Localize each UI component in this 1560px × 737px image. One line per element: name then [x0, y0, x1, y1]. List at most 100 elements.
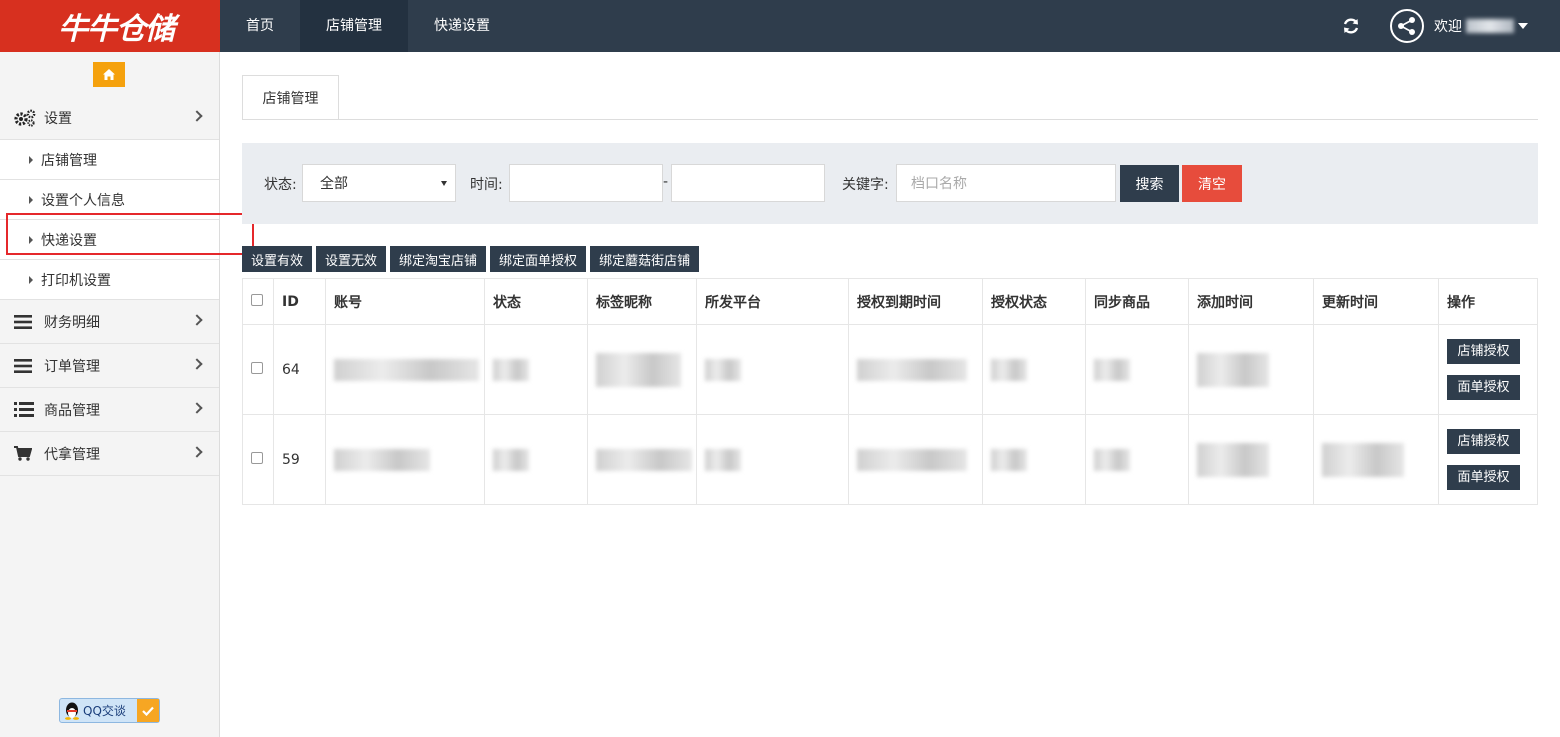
top-bar: 牛牛仓储 首页 店铺管理 快递设置 欢迎 — [0, 0, 1560, 52]
nav-home[interactable]: 首页 — [220, 0, 300, 52]
nav-express-settings[interactable]: 快递设置 — [408, 0, 516, 52]
cell-status — [484, 324, 588, 415]
col-added-time[interactable]: 添加时间 — [1188, 278, 1314, 325]
row-checkbox[interactable] — [251, 451, 263, 464]
time-label: 时间: — [470, 177, 503, 193]
qq-chat-button[interactable]: QQ交谈 — [59, 698, 160, 723]
filter-panel: 状态: 全部 时间: - 关键字: 档口名称 搜索 清空 — [242, 143, 1538, 224]
tab-store-management[interactable]: 店铺管理 — [242, 75, 339, 120]
keyword-label: 关键字: — [842, 177, 889, 193]
col-auth-expiry[interactable]: 授权到期时间 — [848, 278, 983, 325]
caret-right-icon — [29, 195, 33, 204]
bind-waybill-auth-button[interactable]: 绑定面单授权 — [490, 246, 587, 272]
cell-sync-products — [1085, 414, 1189, 505]
time-separator: - — [663, 174, 669, 190]
store-auth-button[interactable]: 店铺授权 — [1447, 429, 1520, 454]
redacted-expiry — [857, 358, 967, 381]
header-user-area: 欢迎 — [1342, 0, 1560, 52]
clear-button[interactable]: 清空 — [1182, 165, 1242, 202]
cell-account — [325, 324, 485, 415]
cell-auth-expiry — [848, 324, 983, 415]
col-updated-time[interactable]: 更新时间 — [1313, 278, 1439, 325]
home-button[interactable] — [93, 62, 125, 87]
cell-auth-status — [982, 324, 1086, 415]
cell-tag-nickname — [587, 324, 697, 415]
col-tag-nickname[interactable]: 标签昵称 — [587, 278, 697, 325]
row-select-cell — [242, 324, 274, 415]
logo-text: 牛牛仓储 — [58, 12, 175, 47]
bars-icon — [14, 314, 36, 329]
set-invalid-button[interactable]: 设置无效 — [316, 246, 387, 272]
cell-platform — [696, 324, 849, 415]
sidebar-item-store-management[interactable]: 店铺管理 — [0, 140, 219, 180]
sidebar-group-purchasing[interactable]: 代拿管理 — [0, 432, 219, 476]
row-select-cell — [242, 414, 274, 505]
chevron-right-icon — [191, 358, 203, 370]
refresh-icon[interactable] — [1342, 17, 1360, 35]
redacted-added-time — [1197, 352, 1269, 387]
cell-added-time — [1188, 324, 1314, 415]
store-auth-button[interactable]: 店铺授权 — [1447, 339, 1520, 364]
bulk-actions: 设置有效 设置无效 绑定淘宝店铺 绑定面单授权 绑定蘑菇街店铺 — [242, 246, 700, 272]
sidebar-item-label: 店铺管理 — [41, 152, 97, 169]
bind-taobao-store-button[interactable]: 绑定淘宝店铺 — [390, 246, 487, 272]
table-header-row: ID 账号 状态 标签昵称 所发平台 授权到期时间 授权状态 同步商品 添加时间… — [242, 278, 1538, 325]
col-status[interactable]: 状态 — [484, 278, 588, 325]
sidebar-group-orders[interactable]: 订单管理 — [0, 344, 219, 388]
redacted-platform — [705, 358, 741, 381]
avatar[interactable] — [1390, 9, 1424, 43]
sidebar: 设置 店铺管理 设置个人信息 快递设置 打印机设置 财务明细 订单管理 商品管理 — [0, 52, 220, 737]
select-all-checkbox[interactable] — [251, 293, 263, 306]
waybill-auth-button[interactable]: 面单授权 — [1447, 375, 1520, 400]
col-auth-status[interactable]: 授权状态 — [982, 278, 1086, 325]
qq-penguin-icon — [65, 702, 79, 720]
col-id[interactable]: ID — [273, 278, 326, 325]
bind-mogujie-store-button[interactable]: 绑定蘑菇街店铺 — [590, 246, 700, 272]
status-select[interactable]: 全部 — [302, 164, 456, 202]
cell-auth-expiry — [848, 414, 983, 505]
cell-sync-products — [1085, 324, 1189, 415]
status-label: 状态: — [264, 177, 297, 193]
cell-updated-time — [1313, 414, 1439, 505]
col-account[interactable]: 账号 — [325, 278, 485, 325]
cell-status — [484, 414, 588, 505]
nav-store-management[interactable]: 店铺管理 — [300, 0, 408, 52]
redacted-sync — [1094, 448, 1130, 471]
status-select-value: 全部 — [320, 176, 348, 192]
chevron-right-icon — [191, 110, 203, 122]
start-date-input[interactable] — [509, 164, 663, 202]
redacted-platform — [705, 448, 741, 471]
row-checkbox[interactable] — [251, 361, 263, 374]
waybill-auth-button[interactable]: 面单授权 — [1447, 465, 1520, 490]
welcome-text: 欢迎 — [1434, 19, 1462, 35]
sidebar-group-products[interactable]: 商品管理 — [0, 388, 219, 432]
cell-platform — [696, 414, 849, 505]
highlight-annotation-box — [6, 213, 254, 255]
sidebar-group-label: 订单管理 — [44, 358, 100, 375]
col-sync-products[interactable]: 同步商品 — [1085, 278, 1189, 325]
sidebar-group-finance[interactable]: 财务明细 — [0, 300, 219, 344]
logo[interactable]: 牛牛仓储 — [0, 0, 220, 52]
chevron-down-icon — [441, 181, 447, 186]
store-table: ID 账号 状态 标签昵称 所发平台 授权到期时间 授权状态 同步商品 添加时间… — [242, 278, 1538, 505]
redacted-expiry — [857, 448, 967, 471]
end-date-input[interactable] — [671, 164, 825, 202]
table-row: 59 店铺授权 面单授权 — [242, 414, 1538, 505]
sidebar-group-label: 财务明细 — [44, 314, 100, 331]
check-icon — [137, 699, 159, 722]
set-valid-button[interactable]: 设置有效 — [242, 246, 313, 272]
user-menu-caret-icon[interactable] — [1518, 23, 1528, 29]
keyword-input[interactable]: 档口名称 — [896, 164, 1116, 202]
redacted-account — [334, 448, 430, 471]
cell-added-time — [1188, 414, 1314, 505]
sidebar-item-printer-settings[interactable]: 打印机设置 — [0, 260, 219, 300]
redacted-auth-status — [991, 358, 1027, 381]
col-platform[interactable]: 所发平台 — [696, 278, 849, 325]
redacted-nickname — [596, 448, 692, 471]
cell-actions: 店铺授权 面单授权 — [1438, 414, 1538, 505]
username-redacted — [1466, 19, 1514, 33]
cell-updated-time — [1313, 324, 1439, 415]
redacted-status — [493, 358, 529, 381]
sidebar-group-settings[interactable]: 设置 — [0, 96, 219, 140]
search-button[interactable]: 搜索 — [1120, 165, 1179, 202]
